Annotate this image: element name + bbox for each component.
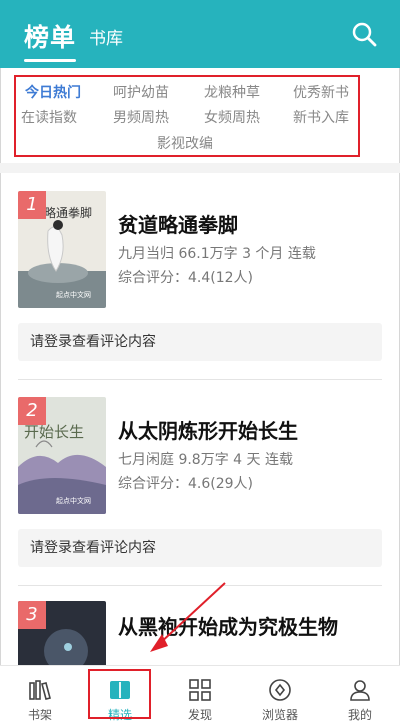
- nav-me-label: 我的: [347, 708, 372, 722]
- divider: [18, 379, 382, 380]
- svg-text:起点中文网: 起点中文网: [56, 496, 91, 505]
- login-to-view-comments[interactable]: 请登录查看评论内容: [18, 323, 382, 361]
- section-divider: [0, 163, 400, 173]
- book-rating: 综合评分：4.4(12人): [118, 270, 254, 286]
- rank-badge: 1: [18, 191, 46, 219]
- tab-ranking[interactable]: 榜单: [24, 18, 77, 62]
- book-cover[interactable]: 道略通拳脚 起点中文网 1: [18, 191, 106, 308]
- search-icon[interactable]: [350, 20, 378, 48]
- category-adaptation[interactable]: 影视改编: [157, 133, 213, 153]
- book-meta: 七月闲庭 9.8万字 4 天 连载: [118, 452, 293, 468]
- book-cover[interactable]: 开始长生 起点中文网 2: [18, 397, 106, 514]
- book-title[interactable]: 从黑袍开始成为究极生物: [118, 615, 388, 639]
- category-new-excellent[interactable]: 优秀新书: [293, 82, 349, 102]
- category-nurture[interactable]: 呵护幼苗: [113, 82, 169, 102]
- bottom-nav: 书架 精选 发现 浏览器 我的: [0, 665, 400, 726]
- svg-text:开始长生: 开始长生: [24, 423, 84, 441]
- nav-discover[interactable]: 发现: [160, 666, 240, 726]
- book-meta: 九月当归 66.1万字 3 个月 连载: [118, 246, 316, 262]
- user-icon: [350, 680, 370, 701]
- nav-bookshelf[interactable]: 书架: [0, 666, 80, 726]
- category-reading-index[interactable]: 在读指数: [21, 107, 77, 127]
- ranking-list: 道略通拳脚 起点中文网 1 贫道略通拳脚 九月当归 66.1万字 3 个月 连载…: [0, 173, 400, 665]
- nav-bookshelf-label: 书架: [27, 708, 52, 722]
- category-filter-box: 今日热门 呵护幼苗 龙粮种草 优秀新书 在读指数 男频周热 女频周热 新书入库 …: [14, 75, 360, 157]
- category-male-weekly[interactable]: 男频周热: [113, 107, 169, 127]
- category-today-hot[interactable]: 今日热门: [25, 82, 81, 102]
- book-rating: 综合评分：4.6(29人): [118, 476, 254, 492]
- highlight-box: [88, 669, 151, 719]
- book-title[interactable]: 从太阴炼形开始长生: [118, 419, 388, 443]
- category-recommend[interactable]: 龙粮种草: [204, 82, 260, 102]
- nav-browser-label: 浏览器: [261, 708, 298, 722]
- svg-text:起点中文网: 起点中文网: [56, 290, 91, 299]
- grid-icon: [189, 679, 211, 701]
- book-cover[interactable]: 3: [18, 601, 106, 665]
- divider: [18, 585, 382, 586]
- nav-discover-label: 发现: [187, 708, 212, 722]
- top-header: 榜单 书库: [0, 0, 400, 68]
- nav-browser[interactable]: 浏览器: [240, 666, 320, 726]
- book-title[interactable]: 贫道略通拳脚: [118, 213, 388, 237]
- rank-badge: 3: [18, 601, 46, 629]
- nav-me[interactable]: 我的: [320, 666, 400, 726]
- compass-icon: [269, 679, 291, 701]
- tab-library[interactable]: 书库: [89, 24, 123, 49]
- bookshelf-icon: [29, 680, 51, 700]
- login-to-view-comments[interactable]: 请登录查看评论内容: [18, 529, 382, 567]
- category-new-in[interactable]: 新书入库: [293, 107, 349, 127]
- rank-badge: 2: [18, 397, 46, 425]
- category-female-weekly[interactable]: 女频周热: [204, 107, 260, 127]
